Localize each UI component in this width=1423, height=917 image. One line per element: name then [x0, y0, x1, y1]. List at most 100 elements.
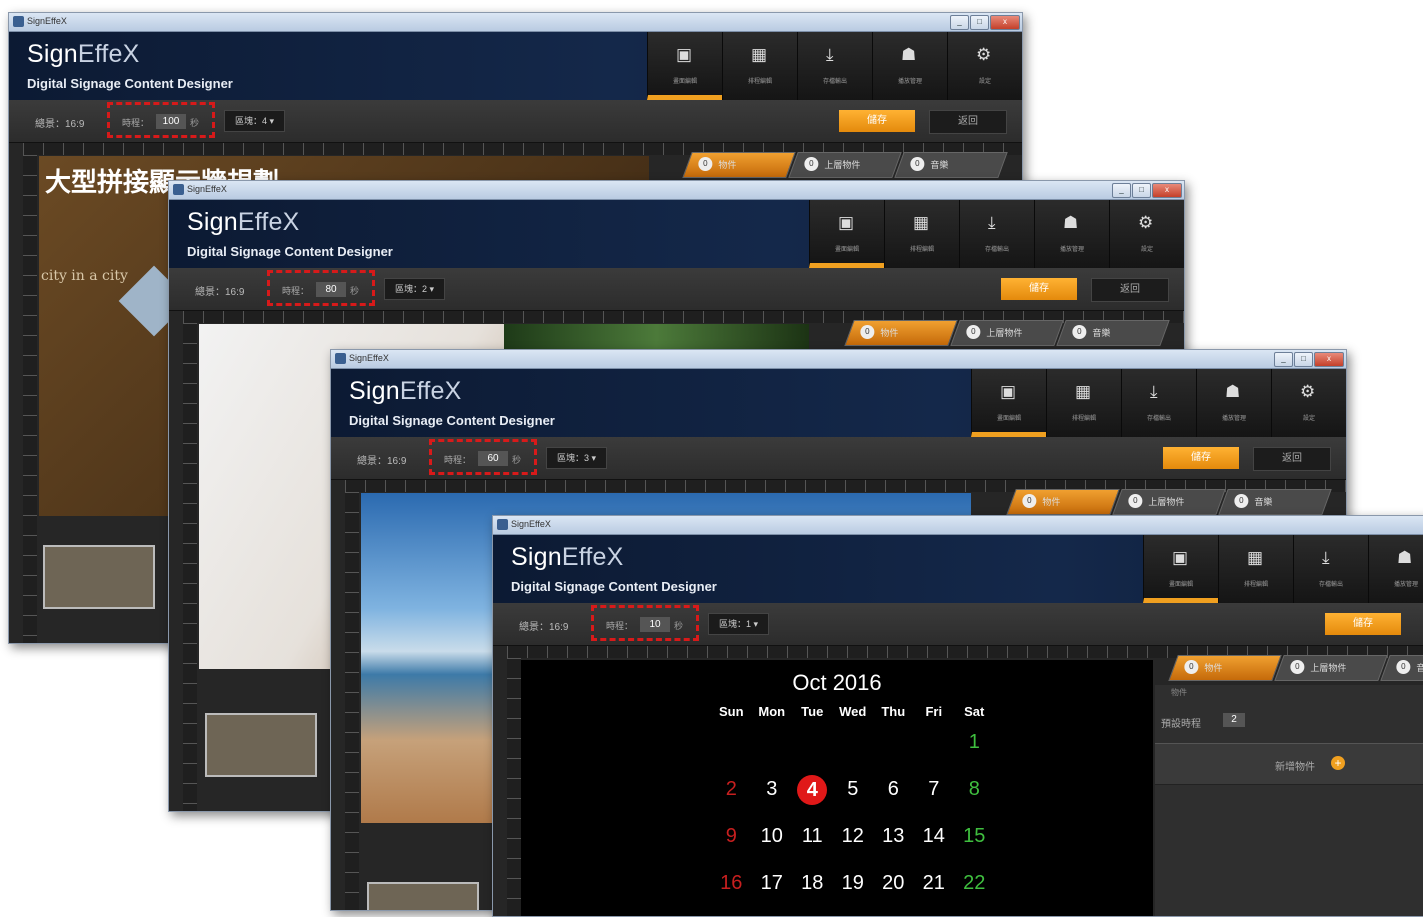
control-bar: 總景：16:9 時程： 80 秒 區塊：2 ▾ 儲存 返回 — [169, 268, 1184, 311]
add-object-button[interactable]: 新增物件 + — [1155, 743, 1423, 785]
save-button[interactable]: 儲存 — [839, 110, 915, 132]
tab-top-objects[interactable]: 0 上層物件 — [788, 152, 902, 178]
maximize-button[interactable]: □ — [970, 15, 989, 30]
window-title: SignEffeX — [511, 519, 551, 529]
tab-top-objects[interactable]: 0 上層物件 — [1112, 489, 1226, 515]
toolbar-player-button[interactable]: ☗ 播放管理 — [872, 32, 947, 100]
scene-dropdown[interactable]: 區塊：1 ▾ — [708, 613, 770, 635]
calendar-week-row: 1 — [711, 719, 1011, 766]
close-button[interactable]: x — [1314, 352, 1344, 367]
calendar-month-title: Oct 2016 — [792, 670, 882, 695]
tab-objects[interactable]: 0 物件 — [844, 320, 958, 346]
calendar-day-19[interactable]: 19 — [833, 872, 874, 895]
back-button[interactable]: 返回 — [1091, 278, 1169, 302]
tab-top-objects[interactable]: 0 上層物件 — [950, 320, 1064, 346]
calendar-day-1[interactable]: 1 — [954, 731, 995, 754]
toolbar-player-button[interactable]: ☗ 播放管理 — [1368, 535, 1423, 603]
calendar-day-22[interactable]: 22 — [954, 872, 995, 895]
weekday-mon: Mon — [758, 704, 786, 719]
default-duration-input[interactable]: 2 — [1223, 713, 1245, 727]
duration-input[interactable]: 80 — [316, 282, 346, 297]
toolbar-export-button[interactable]: ⤓ 存檔輸出 — [1293, 535, 1368, 603]
app-header: SignEffeX Digital Signage Content Design… — [9, 32, 1022, 100]
toolbar-settings-button[interactable]: ⚙ 設定 — [1271, 369, 1346, 437]
app-header: SignEffeX Digital Signage Content Design… — [331, 369, 1346, 437]
toolbar-edit-button[interactable]: ▣ 畫面編輯 — [647, 32, 722, 100]
scene-dropdown[interactable]: 區塊：2 ▾ — [384, 278, 446, 300]
scene-dropdown[interactable]: 區塊：4 ▾ — [224, 110, 286, 132]
download-icon: ⤓ — [826, 45, 834, 64]
image-icon: ▣ — [838, 213, 855, 232]
minimize-button[interactable]: _ — [1112, 183, 1131, 198]
toolbar-settings-button[interactable]: ⚙ 設定 — [1109, 200, 1184, 268]
tab-objects[interactable]: 0 物件 — [682, 152, 796, 178]
save-button[interactable]: 儲存 — [1163, 447, 1239, 469]
minimize-button[interactable]: _ — [950, 15, 969, 30]
slide-thumbnail[interactable] — [205, 713, 317, 777]
maximize-button[interactable]: □ — [1294, 352, 1313, 367]
toolbar-settings-button[interactable]: ⚙ 設定 — [947, 32, 1022, 100]
calendar-day-12[interactable]: 12 — [833, 825, 874, 848]
back-button[interactable]: 返回 — [1253, 447, 1331, 471]
save-button[interactable]: 儲存 — [1001, 278, 1077, 300]
save-button[interactable]: 儲存 — [1325, 613, 1401, 635]
calendar-day-15[interactable]: 15 — [954, 825, 995, 848]
toolbar-export-button[interactable]: ⤓ 存檔輸出 — [1121, 369, 1196, 437]
toolbar-schedule-button[interactable]: ▦ 排程編輯 — [1046, 369, 1121, 437]
calendar-day-10[interactable]: 10 — [752, 825, 793, 848]
calendar-day-18[interactable]: 18 — [792, 872, 833, 895]
toolbar-schedule-button[interactable]: ▦ 排程編輯 — [722, 32, 797, 100]
object-tabs: 0 物件 0 上層物件 0 音樂 — [844, 320, 1170, 346]
calendar-day-2[interactable]: 2 — [711, 778, 752, 801]
object-list-header: 物件 — [1171, 688, 1187, 697]
toolbar-schedule-button[interactable]: ▦ 排程編輯 — [884, 200, 959, 268]
calendar-widget[interactable]: Oct 2016 Sun Mon Tue Wed Thu Fri Sat 123456789… — [521, 660, 1153, 916]
player-icon: ☗ — [1225, 382, 1241, 401]
tab-music[interactable]: 0 音樂 — [1380, 655, 1423, 681]
calendar-day-11[interactable]: 11 — [792, 825, 833, 848]
calendar-day-4[interactable]: 4 — [792, 774, 833, 805]
slide-thumbnail[interactable] — [43, 545, 155, 609]
calendar-day-20[interactable]: 20 — [873, 872, 914, 895]
toolbar-player-button[interactable]: ☗ 播放管理 — [1034, 200, 1109, 268]
toolbar-export-button[interactable]: ⤓ 存檔輸出 — [797, 32, 872, 100]
canvas-subtitle-text: city in a city — [41, 268, 128, 284]
maximize-button[interactable]: □ — [1132, 183, 1151, 198]
duration-input[interactable]: 100 — [156, 114, 186, 129]
tab-objects[interactable]: 0 物件 — [1168, 655, 1282, 681]
aspect-ratio-label: 總景：16:9 — [195, 287, 245, 298]
toolbar-edit-button[interactable]: ▣ 畫面編輯 — [1143, 535, 1218, 603]
calendar-day-13[interactable]: 13 — [873, 825, 914, 848]
toolbar-edit-button[interactable]: ▣ 畫面編輯 — [971, 369, 1046, 437]
duration-input[interactable]: 60 — [478, 451, 508, 466]
tab-music[interactable]: 0 音樂 — [1056, 320, 1170, 346]
title-bar: SignEffeX _ □ x — [9, 13, 1022, 32]
tab-objects[interactable]: 0 物件 — [1006, 489, 1120, 515]
toolbar-schedule-button[interactable]: ▦ 排程編輯 — [1218, 535, 1293, 603]
toolbar-player-button[interactable]: ☗ 播放管理 — [1196, 369, 1271, 437]
toolbar-edit-button[interactable]: ▣ 畫面編輯 — [809, 200, 884, 268]
scene-dropdown[interactable]: 區塊：3 ▾ — [546, 447, 608, 469]
back-button[interactable]: 返回 — [929, 110, 1007, 134]
calendar-day-17[interactable]: 17 — [752, 872, 793, 895]
tab-music[interactable]: 0 音樂 — [894, 152, 1008, 178]
tab-music[interactable]: 0 音樂 — [1218, 489, 1332, 515]
calendar-day-5[interactable]: 5 — [833, 778, 874, 801]
calendar-day-8[interactable]: 8 — [954, 778, 995, 801]
calendar-day-16[interactable]: 16 — [711, 872, 752, 895]
minimize-button[interactable]: _ — [1274, 352, 1293, 367]
close-button[interactable]: x — [990, 15, 1020, 30]
calendar-day-21[interactable]: 21 — [914, 872, 955, 895]
calendar-day-6[interactable]: 6 — [873, 778, 914, 801]
close-button[interactable]: x — [1152, 183, 1182, 198]
duration-input[interactable]: 10 — [640, 617, 670, 632]
calendar-day-9[interactable]: 9 — [711, 825, 752, 848]
calendar-day-3[interactable]: 3 — [752, 778, 793, 801]
tab-top-objects[interactable]: 0 上層物件 — [1274, 655, 1388, 681]
duration-highlight: 時程： 100 秒 — [107, 102, 215, 138]
toolbar-export-button[interactable]: ⤓ 存檔輸出 — [959, 200, 1034, 268]
calendar-day-7[interactable]: 7 — [914, 778, 955, 801]
calendar-day-14[interactable]: 14 — [914, 825, 955, 848]
window-title: SignEffeX — [349, 353, 389, 363]
slide-thumbnail[interactable] — [367, 882, 479, 910]
